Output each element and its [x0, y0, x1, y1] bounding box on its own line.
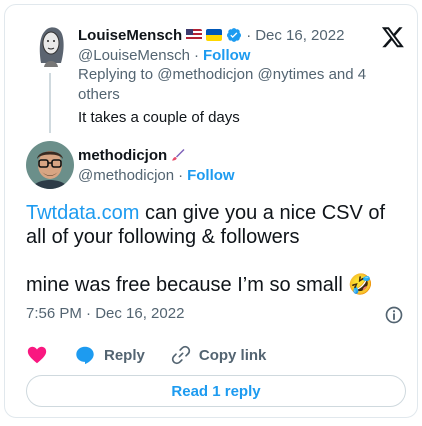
tweet-actions: Reply Copy link — [26, 343, 292, 367]
verified-badge-icon — [227, 28, 242, 42]
parent-name-row: LouiseMensch · Dec 16, 2022 — [78, 25, 344, 45]
author-name-row: methodicjon — [78, 145, 185, 165]
replying-to-prefix: Replying to — [78, 66, 154, 83]
follow-methodicjon-button[interactable]: Follow — [187, 167, 235, 184]
ukraine-flag-icon — [206, 29, 223, 41]
thread-line — [49, 73, 51, 133]
like-button[interactable] — [26, 344, 48, 366]
author-handle[interactable]: @methodicjon — [78, 167, 174, 184]
dot-separator: · — [193, 46, 199, 64]
heart-icon — [27, 346, 47, 364]
link-icon — [171, 345, 191, 365]
tweet-text-second-paragraph: mine was free because I’m so small 🤣 — [26, 274, 374, 296]
author-name[interactable]: methodicjon — [78, 147, 167, 164]
tweet-text: Twtdata.com can give you a nice CSV of a… — [26, 201, 406, 249]
follow-louisemensch-button[interactable]: Follow — [203, 47, 251, 64]
paintbrush-icon — [172, 149, 185, 161]
reply-bubble-icon — [76, 346, 94, 365]
reply-button[interactable]: Reply — [74, 344, 145, 366]
us-flag-icon — [186, 29, 203, 41]
x-logo-icon[interactable] — [381, 25, 405, 49]
dot-separator: · — [246, 26, 252, 44]
copy-link-button[interactable]: Copy link — [171, 345, 267, 365]
info-icon[interactable] — [384, 305, 404, 325]
dot-separator: · — [178, 166, 184, 184]
twtdata-link[interactable]: Twtdata.com — [26, 202, 139, 224]
replying-to-line: Replying to @methodicjon @nytimes and 4 … — [78, 65, 378, 105]
read-replies-button[interactable]: Read 1 reply — [26, 375, 406, 407]
parent-author-handle[interactable]: @LouiseMensch — [78, 47, 190, 64]
tweet-card: LouiseMensch · Dec 16, 2022 @LouiseMensc… — [4, 4, 418, 418]
parent-tweet-text: It takes a couple of days — [78, 109, 240, 126]
parent-handle-row: @LouiseMensch · Follow — [78, 45, 250, 65]
reply-label: Reply — [104, 346, 145, 364]
tweet-timestamp[interactable]: 7:56 PM · Dec 16, 2022 — [26, 305, 184, 322]
copy-link-label: Copy link — [198, 346, 267, 364]
author-handle-row: @methodicjon · Follow — [78, 165, 235, 185]
parent-date[interactable]: Dec 16, 2022 — [255, 27, 344, 44]
methodicjon-avatar[interactable] — [26, 141, 74, 189]
parent-author-name[interactable]: LouiseMensch — [78, 27, 182, 44]
louisemensch-avatar[interactable] — [35, 23, 67, 69]
